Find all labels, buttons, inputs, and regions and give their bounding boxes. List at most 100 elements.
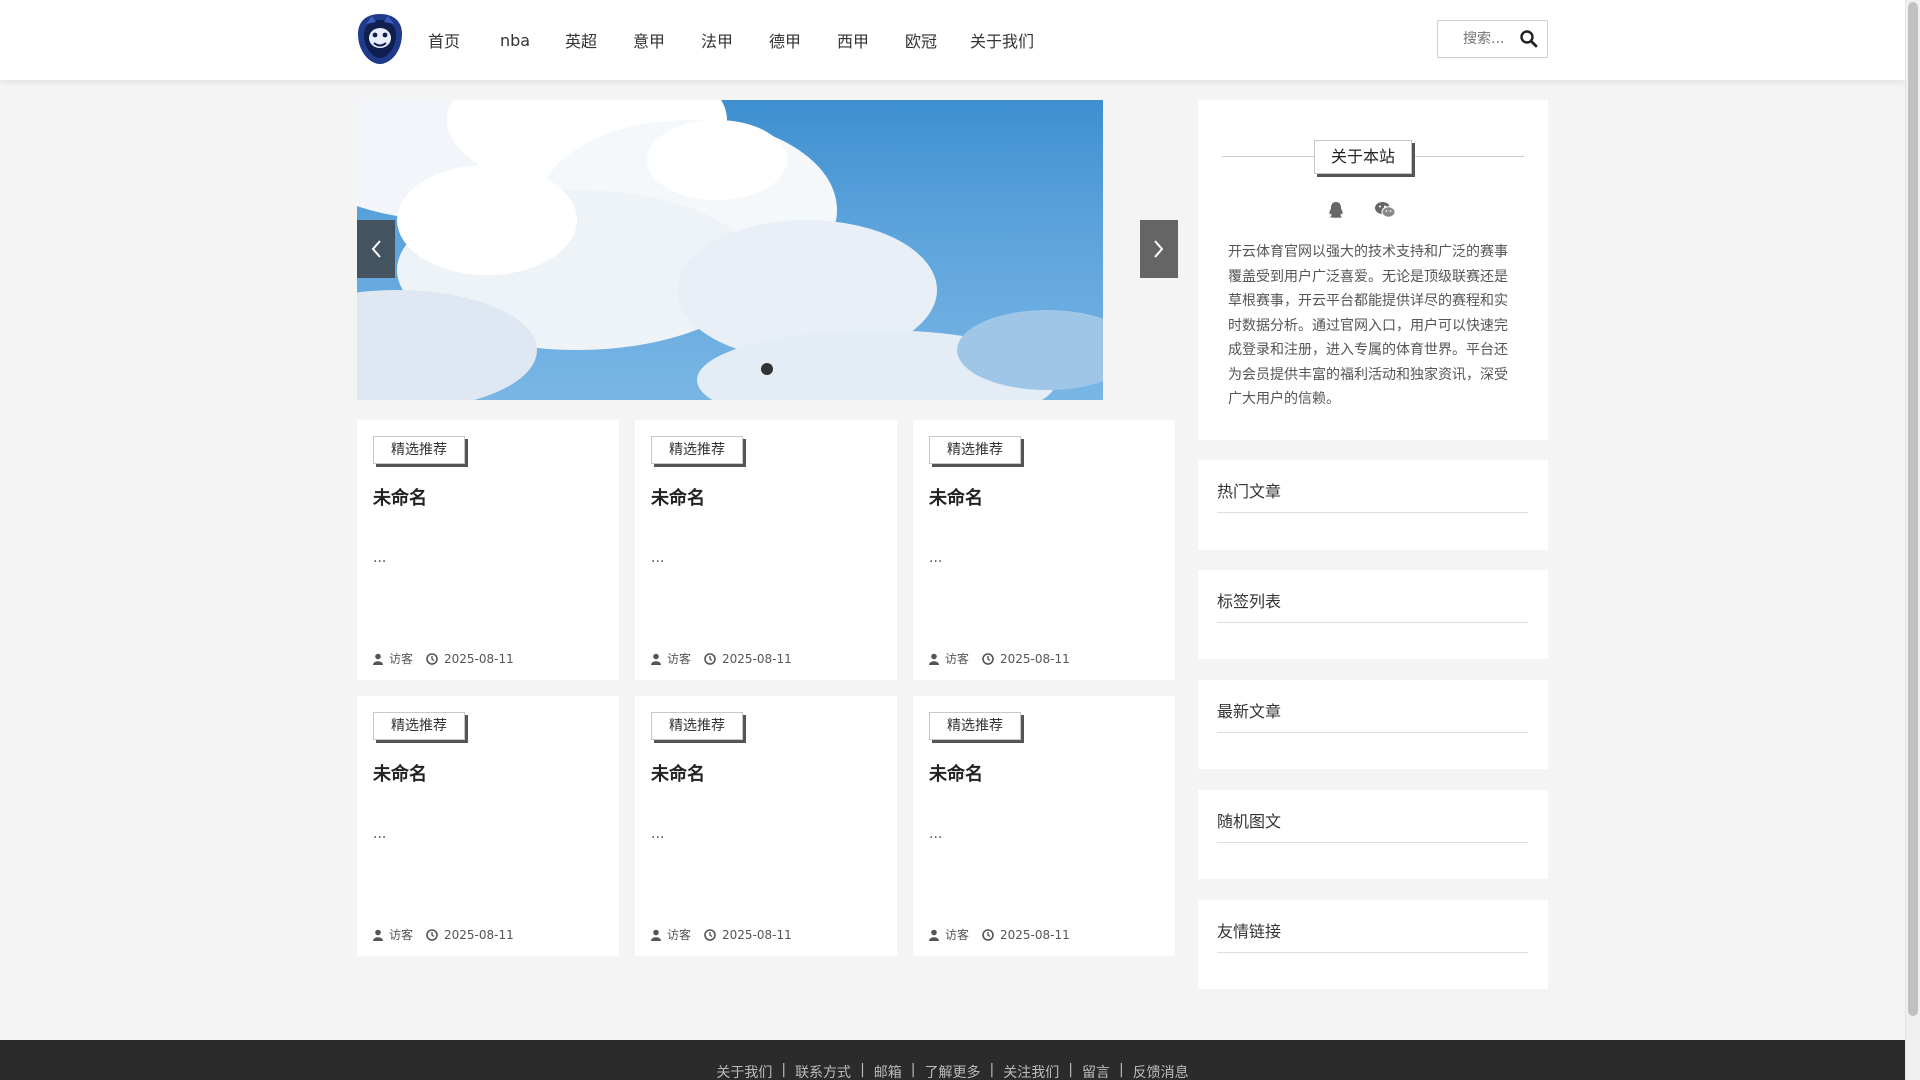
social-icons xyxy=(1326,200,1396,220)
clock-icon xyxy=(426,652,438,665)
article-title[interactable]: 未命名 xyxy=(651,484,705,510)
main-nav: 首页 nba 英超 意甲 法甲 德甲 西甲 欧冠 关于我们 xyxy=(428,0,1034,80)
about-title: 关于本站 xyxy=(1314,140,1412,174)
article-date: 2025-08-11 xyxy=(444,651,514,666)
article-excerpt: ... xyxy=(651,826,665,842)
article-meta: 访客 2025-08-11 xyxy=(929,926,1083,943)
footer-link-message[interactable]: 留言 xyxy=(1082,1062,1110,1080)
footer-links: 关于我们 | 联系方式 | 邮箱 | 了解更多 | 关注我们 | 留言 | 反馈消息 xyxy=(716,1062,1189,1080)
banner-pagination-dot[interactable] xyxy=(761,363,773,375)
monkey-logo-icon[interactable] xyxy=(356,12,404,66)
search-input[interactable] xyxy=(1439,22,1513,56)
article-card: 精选推荐 未命名 ... 访客 2025-08-11 xyxy=(913,420,1175,680)
about-description: 开云体育官网以强大的技术支持和广泛的赛事覆盖受到用户广泛喜爱。无论是顶级联赛还是… xyxy=(1228,244,1508,407)
site-header: 首页 nba 英超 意甲 法甲 德甲 西甲 欧冠 关于我们 xyxy=(0,0,1905,80)
widget-hot-articles: 热门文章 xyxy=(1198,460,1548,550)
article-meta: 访客 2025-08-11 xyxy=(373,926,527,943)
footer-link-email[interactable]: 邮箱 xyxy=(874,1062,902,1080)
article-excerpt: ... xyxy=(651,550,665,566)
divider xyxy=(1217,622,1528,623)
qq-icon[interactable] xyxy=(1326,200,1346,220)
article-date: 2025-08-11 xyxy=(1000,927,1070,942)
scrollbar-thumb[interactable] xyxy=(1908,2,1918,1016)
nav-bundesliga[interactable]: 德甲 xyxy=(769,28,837,52)
user-icon xyxy=(929,653,939,665)
footer-link-learn-more[interactable]: 了解更多 xyxy=(925,1062,981,1080)
divider xyxy=(1217,732,1528,733)
article-title[interactable]: 未命名 xyxy=(373,484,427,510)
divider xyxy=(1217,952,1528,953)
wechat-icon[interactable] xyxy=(1374,200,1396,220)
nav-la-liga[interactable]: 西甲 xyxy=(837,28,905,52)
user-icon xyxy=(373,653,383,665)
article-card: 精选推荐 未命名 ... 访客 2025-08-11 xyxy=(357,696,619,956)
article-card: 精选推荐 未命名 ... 访客 2025-08-11 xyxy=(357,420,619,680)
site-footer: 关于我们 | 联系方式 | 邮箱 | 了解更多 | 关注我们 | 留言 | 反馈消息 xyxy=(0,1040,1905,1080)
article-meta: 访客 2025-08-11 xyxy=(651,650,805,667)
footer-link-feedback[interactable]: 反馈消息 xyxy=(1133,1062,1189,1080)
nav-champions-league[interactable]: 欧冠 xyxy=(905,28,970,52)
clock-icon xyxy=(982,928,994,941)
article-card: 精选推荐 未命名 ... 访客 2025-08-11 xyxy=(913,696,1175,956)
nav-home[interactable]: 首页 xyxy=(428,28,500,52)
banner-cloud-image xyxy=(357,100,1103,400)
widget-friend-links: 友情链接 xyxy=(1198,900,1548,989)
article-author: 访客 xyxy=(667,652,692,666)
clock-icon xyxy=(426,928,438,941)
clock-icon xyxy=(982,652,994,665)
banner-prev-button[interactable] xyxy=(357,220,395,278)
article-excerpt: ... xyxy=(929,826,943,842)
widget-title: 随机图文 xyxy=(1217,812,1282,831)
article-author: 访客 xyxy=(667,928,692,942)
nav-about-us[interactable]: 关于我们 xyxy=(970,28,1034,52)
nav-ligue-1[interactable]: 法甲 xyxy=(701,28,769,52)
widget-title: 最新文章 xyxy=(1217,702,1282,721)
article-date: 2025-08-11 xyxy=(722,927,792,942)
article-title[interactable]: 未命名 xyxy=(373,760,427,786)
article-meta: 访客 2025-08-11 xyxy=(651,926,805,943)
nav-serie-a[interactable]: 意甲 xyxy=(633,28,701,52)
footer-link-contact[interactable]: 联系方式 xyxy=(795,1062,851,1080)
divider xyxy=(1217,512,1528,513)
article-author: 访客 xyxy=(945,928,970,942)
article-date: 2025-08-11 xyxy=(722,651,792,666)
nav-premier-league[interactable]: 英超 xyxy=(565,28,633,52)
article-excerpt: ... xyxy=(373,826,387,842)
banner-next-button[interactable] xyxy=(1140,220,1178,278)
article-title[interactable]: 未命名 xyxy=(929,484,983,510)
footer-link-follow[interactable]: 关注我们 xyxy=(1003,1062,1059,1080)
featured-badge[interactable]: 精选推荐 xyxy=(373,712,465,740)
chevron-left-icon xyxy=(371,240,381,258)
article-excerpt: ... xyxy=(373,550,387,566)
page-scrollbar[interactable] xyxy=(1905,0,1920,1080)
article-meta: 访客 2025-08-11 xyxy=(929,650,1083,667)
user-icon xyxy=(929,929,939,941)
search-icon[interactable] xyxy=(1519,29,1539,49)
widget-random-posts: 随机图文 xyxy=(1198,790,1548,879)
user-icon xyxy=(651,653,661,665)
banner-slider[interactable] xyxy=(357,100,1103,400)
article-title[interactable]: 未命名 xyxy=(929,760,983,786)
featured-badge[interactable]: 精选推荐 xyxy=(651,436,743,464)
nav-nba[interactable]: nba xyxy=(500,31,565,50)
featured-badge[interactable]: 精选推荐 xyxy=(373,436,465,464)
featured-badge[interactable]: 精选推荐 xyxy=(929,712,1021,740)
article-excerpt: ... xyxy=(929,550,943,566)
widget-title: 热门文章 xyxy=(1217,482,1282,501)
article-card: 精选推荐 未命名 ... 访客 2025-08-11 xyxy=(635,696,897,956)
widget-title: 友情链接 xyxy=(1217,922,1282,941)
clock-icon xyxy=(704,652,716,665)
widget-tag-list: 标签列表 xyxy=(1198,570,1548,659)
article-title[interactable]: 未命名 xyxy=(651,760,705,786)
article-author: 访客 xyxy=(389,928,414,942)
user-icon xyxy=(651,929,661,941)
clock-icon xyxy=(704,928,716,941)
widget-title: 标签列表 xyxy=(1217,592,1282,611)
user-icon xyxy=(373,929,383,941)
featured-badge[interactable]: 精选推荐 xyxy=(929,436,1021,464)
about-widget: 关于本站 开云体育官网以强大的技术支持和广泛的赛事覆盖受到用户广泛喜爱。无论是顶… xyxy=(1198,100,1548,440)
footer-link-about[interactable]: 关于我们 xyxy=(716,1062,772,1080)
article-date: 2025-08-11 xyxy=(444,927,514,942)
search-box xyxy=(1437,20,1548,58)
featured-badge[interactable]: 精选推荐 xyxy=(651,712,743,740)
